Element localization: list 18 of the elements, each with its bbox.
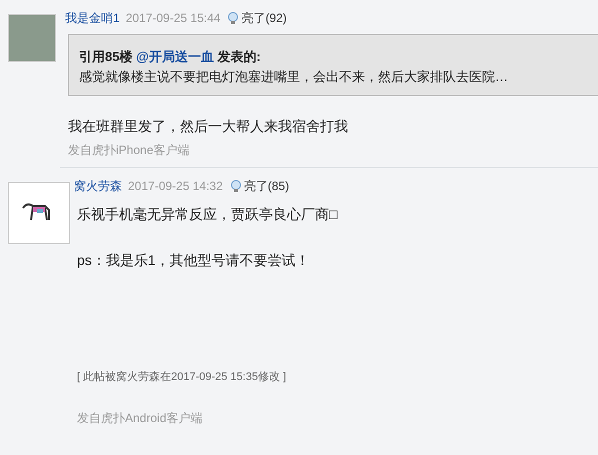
- author-link[interactable]: 我是金哨1: [65, 10, 120, 26]
- post-text: ps：我是乐1，其他型号请不要尝试！: [77, 251, 311, 270]
- post-time: 2017-09-25 14:32: [128, 179, 223, 193]
- post-text: 乐视手机毫无异常反应，贾跃亭良心厂商□: [77, 205, 338, 224]
- post-source: 发自虎扑Android客户端: [77, 410, 204, 427]
- post-time: 2017-09-25 15:44: [126, 11, 220, 25]
- author-link[interactable]: 窝火劳森: [74, 178, 122, 194]
- edit-note: [ 此帖被窝火劳森在2017-09-25 15:35修改 ]: [77, 370, 288, 384]
- post-source: 发自虎扑iPhone客户端: [68, 142, 190, 159]
- quote-text: 感觉就像楼主说不要把电灯泡塞进嘴里，会出不来，然后大家排队去医院…: [79, 68, 509, 86]
- lightbulb-icon: [226, 11, 240, 25]
- quote-header: 引用85楼 @开局送一血 发表的:: [79, 48, 262, 66]
- logo-avatar[interactable]: [8, 182, 70, 244]
- lightbulb-icon: [228, 179, 243, 193]
- like-button[interactable]: 亮了(85): [228, 178, 290, 194]
- user-link[interactable]: @开局送一血: [136, 49, 214, 64]
- post-text: 我在班群里发了，然后一大帮人来我宿舍打我: [68, 117, 349, 136]
- like-button[interactable]: 亮了(92): [226, 10, 287, 26]
